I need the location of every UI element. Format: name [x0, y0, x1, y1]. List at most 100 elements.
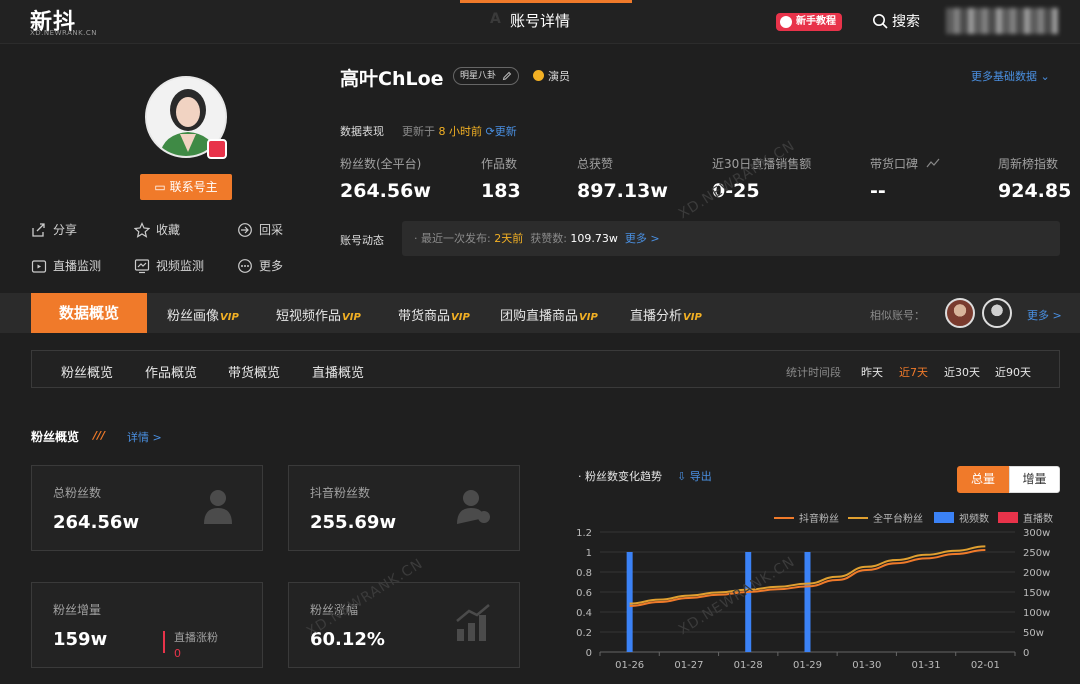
tutorial-button[interactable]: 新手教程	[776, 13, 842, 31]
tutorial-icon	[780, 16, 792, 28]
x-tick-label: 01-29	[793, 660, 822, 671]
tab-live-analysis[interactable]: 直播分析VIP	[630, 305, 702, 324]
x-tick-label: 02-01	[971, 660, 1000, 671]
live-growth-divider	[163, 631, 165, 653]
stat-label-works: 作品数	[481, 157, 518, 171]
subtab-works-overview[interactable]: 作品概览	[145, 362, 197, 381]
stat-label-weekly-index: 周新榜指数	[998, 157, 1059, 171]
stat-label-fans: 粉丝数(全平台)	[340, 157, 422, 171]
y-right-tick-label: 300w	[1023, 528, 1050, 539]
chat-icon: ▭	[154, 180, 170, 194]
tab-group-buy-live[interactable]: 团购直播商品VIP	[500, 305, 598, 324]
fans-detail-link[interactable]: 详情 >	[127, 429, 162, 445]
card-fans-growth: 粉丝增量 159w 直播涨粉 0	[31, 582, 263, 668]
y-right-tick-label: 250w	[1023, 548, 1050, 559]
stat-value-fans: 264.56w	[340, 180, 431, 202]
update-time: 8 小时前	[438, 125, 483, 138]
tab-data-overview[interactable]: 数据概览	[31, 293, 147, 333]
collect-icon	[238, 223, 252, 237]
fans-overview-title: 粉丝概览	[31, 430, 80, 444]
watermark: XD.NEWRANK.CN	[675, 137, 799, 223]
live-growth-value: 0	[174, 647, 181, 660]
qr-code-icon[interactable]	[207, 139, 227, 159]
more-basic-data-link[interactable]: 更多基础数据 ⌄	[971, 68, 1050, 84]
fans-trend-chart: 0 0.2 0.4 0.6 0.8 1 1.2 0 50w 100w 150w 200w 250w 300…	[576, 528, 1050, 671]
users-icon	[204, 490, 232, 524]
similar-account-avatar[interactable]	[982, 298, 1012, 328]
user-account[interactable]	[946, 8, 1058, 34]
increment-toggle[interactable]: 增量	[1009, 466, 1060, 493]
verified-icon	[533, 70, 544, 81]
account-name: 高叶ChLoe	[340, 68, 444, 90]
x-tick-label: 01-28	[734, 660, 763, 671]
video-monitor-button[interactable]: 视频监测	[134, 257, 204, 274]
chart-title: · 粉丝数变化趋势	[578, 470, 662, 483]
subtab-live-overview[interactable]: 直播概览	[312, 362, 364, 381]
refresh-icon: ⟳	[485, 125, 495, 138]
user-gear-icon	[457, 490, 490, 524]
collect-button[interactable]: 回采	[237, 221, 283, 238]
y-left-tick-label: 0.6	[576, 588, 592, 599]
refresh-button[interactable]: ⟳更新	[486, 125, 517, 138]
tab-fan-profile[interactable]: 粉丝画像VIP	[167, 305, 239, 324]
y-right-tick-label: 150w	[1023, 588, 1050, 599]
update-status: 更新于 8 小时前 ⟳更新	[402, 125, 517, 138]
search-button[interactable]: 搜索	[872, 11, 920, 31]
category-tag[interactable]: 明星八卦	[453, 67, 520, 85]
stat-value-likes: 897.13w	[577, 180, 668, 202]
stat-label-reputation: 带货口碑	[870, 155, 940, 172]
y-right-tick-label: 200w	[1023, 568, 1050, 579]
export-button[interactable]: ⇩ 导出	[677, 468, 712, 484]
x-tick-label: 01-30	[852, 660, 881, 671]
similar-more-link[interactable]: 更多 >	[1027, 307, 1062, 323]
period-30-days[interactable]: 近30天	[944, 364, 980, 380]
period-7-days[interactable]: 近7天	[899, 364, 928, 380]
bar-01-29	[804, 552, 811, 652]
activity-more-link[interactable]: 更多 >	[625, 232, 660, 245]
video-monitor-icon	[134, 259, 150, 274]
bar-01-28	[745, 552, 752, 652]
x-tick-label: 01-27	[674, 660, 703, 671]
contact-owner-button[interactable]: ▭ 联系号主	[140, 174, 232, 200]
account-activity-label: 账号动态	[340, 234, 384, 247]
y-left-tick-label: 0.8	[576, 568, 592, 579]
similar-account-avatar[interactable]	[945, 298, 975, 328]
export-icon: ⇩	[677, 470, 690, 483]
chevron-down-icon: ⌄	[1040, 70, 1050, 83]
y-right-tick-label: 0	[1023, 648, 1029, 659]
last-post-time: 2天前	[494, 232, 524, 245]
tab-short-videos[interactable]: 短视频作品VIP	[276, 305, 361, 324]
vip-badge: VIP	[579, 312, 598, 323]
subtab-sales-overview[interactable]: 带货概览	[228, 362, 280, 381]
period-90-days[interactable]: 近90天	[995, 364, 1031, 380]
more-icon	[238, 259, 252, 273]
vip-badge: VIP	[451, 312, 470, 323]
vip-badge: VIP	[342, 312, 361, 323]
x-tick-label: 01-31	[912, 660, 941, 671]
y-left-tick-label: 1.2	[576, 528, 592, 539]
section-decoration: ///	[93, 429, 106, 442]
more-actions-button[interactable]: 更多	[237, 257, 283, 274]
edit-icon	[502, 71, 512, 81]
star-icon	[133, 222, 151, 238]
stat-value-works: 183	[481, 180, 521, 202]
y-left-tick-label: 0.4	[576, 608, 592, 619]
period-yesterday[interactable]: 昨天	[861, 364, 883, 380]
live-monitor-button[interactable]: 直播监测	[31, 257, 101, 274]
tab-products[interactable]: 带货商品VIP	[398, 305, 470, 324]
total-toggle[interactable]: 总量	[957, 466, 1009, 493]
activity-likes: 109.73w	[570, 232, 618, 245]
title-accent-line	[460, 0, 632, 3]
search-icon	[873, 14, 888, 29]
share-button[interactable]: 分享	[31, 221, 77, 238]
x-tick-label: 01-26	[615, 660, 644, 671]
similar-accounts-label: 相似账号：	[870, 309, 925, 322]
verified-badge: 演员	[533, 68, 570, 84]
live-monitor-icon	[31, 260, 47, 273]
y-right-tick-label: 100w	[1023, 608, 1050, 619]
y-left-tick-label: 1	[586, 548, 592, 559]
favorite-button[interactable]: 收藏	[133, 221, 180, 238]
card-total-fans: 总粉丝数 264.56w	[31, 465, 263, 551]
subtab-fans-overview[interactable]: 粉丝概览	[61, 362, 113, 381]
bar-01-26	[626, 552, 633, 652]
